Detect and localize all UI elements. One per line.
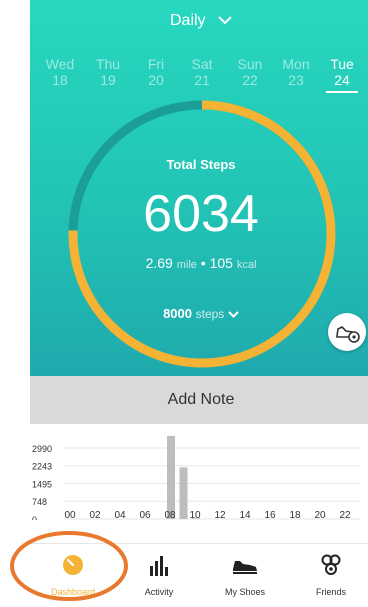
step-goal-selector[interactable]: 8000 steps — [30, 306, 368, 321]
tab-label: Friends — [315, 587, 346, 597]
x-tick-label: 12 — [214, 510, 226, 520]
x-tick-label: 02 — [89, 510, 101, 520]
app-screen: Daily Wed 18 Thu 19 Fri 20 Sat 21 Sun 22… — [30, 0, 368, 607]
x-tick-label: 04 — [114, 510, 126, 520]
y-tick-label: 1495 — [32, 480, 52, 490]
add-note-button[interactable]: Add Note — [30, 376, 368, 424]
y-tick-label: 748 — [32, 497, 47, 507]
distance-calories-line: 2.69 mile • 105 kcal — [30, 255, 368, 271]
x-tick-label: 16 — [264, 510, 276, 520]
tab-my-shoes[interactable]: My Shoes — [202, 544, 288, 607]
goal-unit: steps — [195, 307, 225, 321]
x-tick-label: 18 — [289, 510, 301, 520]
x-tick-label: 14 — [239, 510, 251, 520]
tab-friends[interactable]: Friends — [288, 544, 368, 607]
hourly-steps-chart: 2990 2243 1495 748 0 00 02 04 06 08 10 12 14 16 18 20 2… — [32, 435, 360, 520]
total-steps-value: 6034 — [143, 185, 259, 243]
distance-unit: mile — [176, 259, 197, 271]
shoe-icon — [233, 561, 257, 574]
shoe-goal-button[interactable] — [328, 313, 366, 351]
y-tick-label: 2243 — [32, 462, 52, 472]
x-tick-label: 10 — [189, 510, 201, 520]
total-steps-label: Total Steps — [166, 157, 236, 172]
y-tick-label: 2990 — [32, 444, 52, 454]
calories-value: 105 — [209, 255, 233, 271]
highlight-ellipse-annotation — [10, 531, 128, 601]
chevron-down-icon — [228, 306, 239, 321]
x-tick-label: 08 — [164, 510, 176, 520]
steps-summary-panel: Daily Wed 18 Thu 19 Fri 20 Sat 21 Sun 22… — [30, 0, 368, 376]
x-tick-label: 00 — [64, 510, 76, 520]
distance-value: 2.69 — [145, 255, 173, 271]
activity-bars-icon — [150, 556, 168, 576]
x-tick-label: 22 — [339, 510, 351, 520]
y-tick-label: 0 — [32, 515, 37, 520]
tab-label: My Shoes — [224, 587, 266, 597]
friends-icon — [321, 554, 341, 575]
hour-bar — [167, 435, 175, 519]
separator: • — [200, 255, 206, 271]
hour-bar — [179, 467, 188, 519]
x-tick-label: 06 — [139, 510, 151, 520]
shoe-target-icon — [336, 326, 360, 343]
x-tick-label: 20 — [314, 510, 326, 520]
goal-value: 8000 — [163, 306, 192, 321]
calories-unit: kcal — [236, 259, 257, 271]
